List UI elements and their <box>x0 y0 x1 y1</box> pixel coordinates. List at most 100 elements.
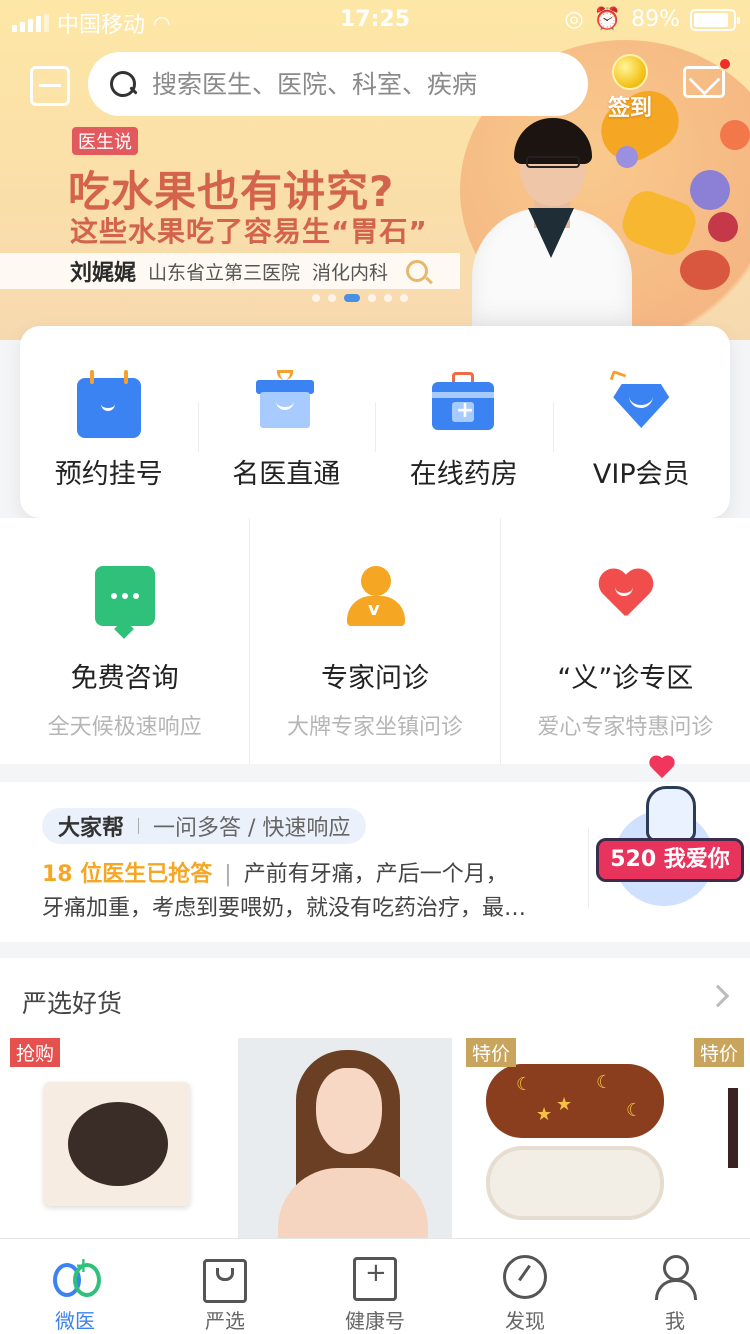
department-name: 消化内科 <box>312 261 389 284</box>
service-title: 专家问诊 <box>320 663 429 694</box>
quick-famous-doctor[interactable]: 名医直通 <box>197 326 376 518</box>
banner-subtitle: 这些水果吃了容易生“胃石” <box>70 215 428 248</box>
lock-rotation-icon: ◎ <box>564 7 584 32</box>
user-icon <box>653 1255 697 1300</box>
product-tag: 特价 <box>466 1038 517 1067</box>
quick-label: 在线药房 <box>409 459 518 490</box>
tab-home[interactable]: + 微医 <box>0 1239 150 1334</box>
gift-box-icon <box>254 370 318 432</box>
fruit-decoration <box>720 120 750 150</box>
fruit-decoration <box>708 212 738 242</box>
divider: | <box>224 862 232 887</box>
product-tag: 特价 <box>694 1038 745 1067</box>
battery-percent: 89% <box>631 7 680 32</box>
diamond-icon <box>609 369 673 432</box>
unread-dot <box>718 57 732 71</box>
magnifier-icon <box>406 260 429 282</box>
quick-appointment[interactable]: 预约挂号 <box>20 326 198 518</box>
finger-heart-icon <box>646 786 696 842</box>
message-icon[interactable] <box>683 57 732 98</box>
tab-label: 严选 <box>205 1309 245 1333</box>
question-text: 产前有牙痛，产后一个月， <box>243 862 508 887</box>
question-line: 18 位医生已抢答 | 产前有牙痛，产后一个月， <box>42 856 508 888</box>
search-input[interactable] <box>152 69 552 99</box>
carousel-dots[interactable] <box>312 294 408 302</box>
service-free-consult[interactable]: 免费咨询 全天候极速响应 <box>0 518 249 764</box>
product-image <box>44 1082 190 1206</box>
selection-section: 严选好货 抢购 特价 ☾ ★ ☾ ☾ ★ 特价 <box>0 958 750 1238</box>
product-card[interactable]: 抢购 <box>10 1038 224 1238</box>
fruit-decoration <box>690 170 730 210</box>
heart-icon <box>595 566 655 626</box>
service-desc: 大牌专家坐镇问诊 <box>286 715 463 740</box>
tab-me[interactable]: 我 <box>600 1239 750 1334</box>
carousel-dot[interactable] <box>400 294 408 302</box>
chat-bubble-icon <box>94 566 155 626</box>
tab-label: 我 <box>665 1309 685 1333</box>
signin-button[interactable]: 签到 <box>602 54 658 122</box>
services-grid: 免费咨询 全天候极速响应 v 专家问诊 大牌专家坐镇问诊 “义”诊专区 爱心专家… <box>0 518 750 764</box>
medicine-kit-icon <box>431 372 496 432</box>
question-text-continued: 牙痛加重，考虑到要喂奶，就没有吃药治疗，最… <box>42 896 527 921</box>
service-charity[interactable]: “义”诊专区 爱心专家特惠问诊 <box>499 518 750 764</box>
compass-icon <box>503 1255 547 1299</box>
quick-label: 名医直通 <box>232 459 341 490</box>
product-tag: 抢购 <box>10 1038 61 1067</box>
heart-icon <box>650 756 676 782</box>
service-title: “义”诊专区 <box>557 663 694 694</box>
expert-icon: v <box>345 566 405 626</box>
carousel-dot[interactable] <box>328 294 336 302</box>
quick-vip[interactable]: VIP会员 <box>552 326 731 518</box>
fruit-decoration <box>680 250 730 290</box>
tab-health[interactable]: 健康号 <box>300 1239 450 1334</box>
tab-label: 健康号 <box>345 1309 405 1333</box>
tab-label: 微医 <box>55 1309 95 1333</box>
status-bar: 中国移动 ◠ 17:25 ◎ ⏰ 89% <box>0 0 750 40</box>
promo-520-badge[interactable]: 520 我爱你 <box>594 750 746 910</box>
search-icon <box>108 69 138 99</box>
carousel-dot[interactable] <box>368 294 376 302</box>
quick-label: VIP会员 <box>592 459 690 490</box>
tab-selection[interactable]: 严选 <box>150 1239 300 1334</box>
service-title: 免费咨询 <box>70 663 179 694</box>
banner-tag: 医生说 <box>72 127 138 155</box>
banner-author: 刘娓娓 山东省立第三医院 消化内科 <box>0 253 460 289</box>
section-title: 严选好货 <box>22 989 123 1018</box>
community-pill: 大家帮 一问多答 / 快速响应 <box>42 808 367 844</box>
battery-icon <box>690 8 740 31</box>
quick-label: 预约挂号 <box>54 459 163 490</box>
divider <box>588 828 589 908</box>
carousel-dot[interactable] <box>384 294 392 302</box>
doctor-portrait <box>462 118 642 328</box>
chevron-right-icon[interactable] <box>706 984 730 1008</box>
calendar-icon <box>76 370 141 438</box>
service-desc: 爱心专家特惠问诊 <box>537 715 714 740</box>
doctor-name: 刘娓娓 <box>70 261 137 286</box>
tab-bar: + 微医 严选 健康号 发现 我 <box>0 1238 750 1334</box>
service-expert[interactable]: v 专家问诊 大牌专家坐镇问诊 <box>249 518 499 764</box>
coin-icon <box>612 54 648 90</box>
alarm-icon: ⏰ <box>593 7 622 32</box>
product-card[interactable]: 特价 ☾ ★ ☾ ☾ ★ <box>466 1038 680 1238</box>
community-slogan: 一问多答 / 快速响应 <box>153 816 351 841</box>
carousel-dot[interactable] <box>312 294 320 302</box>
service-desc: 全天候极速响应 <box>47 715 202 740</box>
divider <box>138 818 140 834</box>
hospital-name: 山东省立第三医院 <box>148 261 301 284</box>
scan-icon[interactable] <box>30 66 70 106</box>
hero-banner[interactable]: 中国移动 ◠ 17:25 ◎ ⏰ 89% 签到 医生说 吃水果也有讲究? 这些水… <box>0 0 750 340</box>
tab-discover[interactable]: 发现 <box>450 1239 600 1334</box>
tab-label: 发现 <box>505 1309 545 1333</box>
search-bar[interactable] <box>88 52 588 116</box>
shopping-bag-icon <box>203 1259 247 1303</box>
product-image <box>486 1146 664 1220</box>
product-image <box>728 1088 738 1168</box>
carousel-dot-active[interactable] <box>344 294 360 302</box>
quick-actions-card: 预约挂号 名医直通 在线药房 VIP会员 <box>20 326 730 518</box>
quick-pharmacy[interactable]: 在线药房 <box>375 326 553 518</box>
community-name: 大家帮 <box>58 816 125 841</box>
product-card[interactable]: 特价 <box>694 1038 750 1238</box>
answered-count: 18 位医生已抢答 <box>42 862 213 887</box>
product-image: ☾ ★ ☾ ☾ ★ <box>486 1064 664 1138</box>
product-card[interactable] <box>238 1038 452 1238</box>
